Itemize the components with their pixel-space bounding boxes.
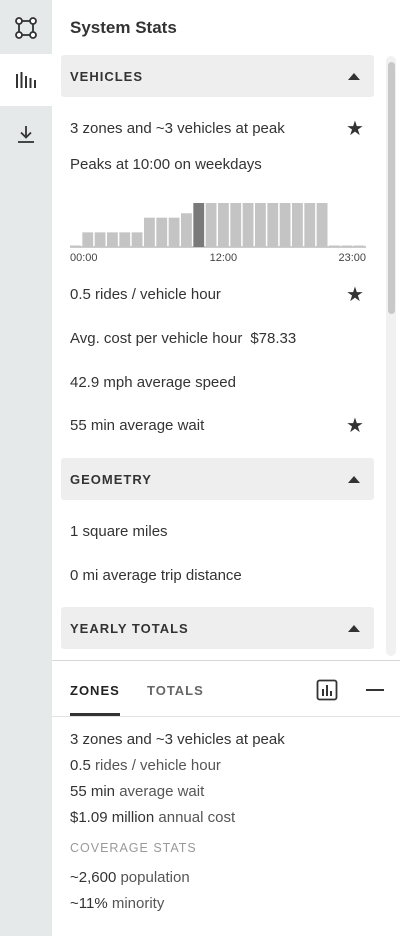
chart-bar-02:00[interactable] [94, 232, 106, 247]
chart-bar-12:00[interactable] [218, 203, 229, 247]
chart-bar-21:00[interactable] [329, 245, 340, 248]
stat-peak-time: Peaks at 10:00 on weekdays [70, 156, 262, 173]
chart-bar-04:00[interactable] [119, 232, 131, 247]
chart-bar-16:00[interactable] [267, 203, 279, 247]
chart-bar-22:00[interactable] [341, 245, 353, 248]
summary-value: ~2,600 [70, 869, 117, 886]
stat-area: 1 square miles [70, 523, 168, 540]
chart-tick-label: 12:00 [210, 252, 238, 264]
rail-stats-button[interactable] [0, 54, 52, 106]
summary-unit: rides / vehicle hour [95, 757, 221, 774]
chart-bar-20:00[interactable] [316, 203, 328, 247]
chart-bar-10:00[interactable] [193, 203, 205, 247]
chart-bar-14:00[interactable] [242, 203, 254, 247]
summary-value: ~11% [70, 895, 108, 912]
summary-wait: 55 min average wait [70, 783, 204, 800]
chart-bar-17:00[interactable] [279, 203, 291, 247]
chart-bar-11:00[interactable] [205, 203, 217, 247]
summary-tabbar: ZONES TOTALS [52, 661, 400, 717]
star-icon[interactable]: ★ [346, 285, 364, 305]
summary-unit: minority [111, 895, 165, 912]
chart-bar-07:00[interactable] [156, 217, 168, 247]
collapse-caret-icon [348, 475, 360, 483]
chart-bar-09:00[interactable] [181, 213, 192, 247]
rail-download-button[interactable] [0, 108, 52, 160]
chart-bar-05:00[interactable] [131, 232, 143, 247]
coverage-stats-label: COVERAGE STATS [70, 841, 197, 855]
summary-value: 3 zones and ~3 vehicles at peak [70, 731, 285, 748]
chart-bar-00:00[interactable] [70, 245, 81, 248]
rail-zones-button[interactable] [0, 2, 52, 54]
star-icon[interactable]: ★ [346, 119, 364, 139]
section-label: VEHICLES [70, 68, 144, 84]
chart-bar-01:00[interactable] [82, 232, 94, 247]
cost-label: Avg. cost per vehicle hour [70, 330, 243, 347]
section-label: YEARLY TOTALS [70, 620, 189, 636]
tab-zones[interactable]: ZONES [70, 683, 120, 698]
summary-unit: average wait [119, 783, 205, 800]
stat-avg-cost: Avg. cost per vehicle hour $78.33 [70, 330, 296, 347]
panel-title: System Stats [70, 18, 177, 37]
chart-tick-label: 23:00 [338, 252, 366, 264]
chart-bar-08:00[interactable] [168, 217, 180, 247]
section-label: GEOMETRY [70, 471, 152, 487]
chart-bar-18:00[interactable] [292, 203, 303, 247]
summary-value: 55 min [70, 783, 116, 800]
chart-bar-13:00[interactable] [230, 203, 242, 247]
summary-value: 0.5 [70, 757, 91, 774]
chart-toggle-icon[interactable] [316, 679, 338, 701]
cost-value: $78.33 [250, 330, 297, 347]
chart-bar-15:00[interactable] [255, 203, 266, 247]
panel-scrollbar-thumb[interactable] [388, 62, 395, 314]
hourly-vehicles-chart-svg: 00:00 12:00 23:00 [70, 203, 366, 264]
download-icon [16, 124, 36, 144]
collapse-caret-icon [348, 72, 360, 80]
tab-totals[interactable]: TOTALS [147, 683, 204, 698]
stat-rides-per-hour: 0.5 rides / vehicle hour [70, 286, 221, 303]
collapse-caret-icon [348, 624, 360, 632]
section-header-geometry[interactable]: GEOMETRY [61, 458, 374, 500]
summary-value: $1.09 million [70, 809, 155, 826]
summary-rides: 0.5 rides / vehicle hour [70, 757, 221, 774]
summary-unit: annual cost [158, 809, 236, 826]
zones-square-icon [15, 17, 37, 39]
hourly-vehicles-chart: 00:00 12:00 23:00 [70, 196, 366, 266]
chart-bar-06:00[interactable] [144, 217, 155, 247]
left-rail [0, 0, 52, 936]
summary-minority: ~11% minority [70, 895, 164, 912]
section-header-yearly-totals[interactable]: YEARLY TOTALS [61, 607, 374, 649]
stat-trip-distance: 0 mi average trip distance [70, 567, 242, 584]
chart-bar-03:00[interactable] [107, 232, 118, 247]
summary-drawer: ZONES TOTALS 3 zones and ~3 vehicles at … [52, 660, 400, 936]
chart-bar-23:00[interactable] [353, 245, 365, 248]
chart-tick-label: 00:00 [70, 252, 98, 264]
stat-avg-wait: 55 min average wait [70, 417, 205, 434]
stats-bars-icon [15, 70, 37, 90]
stat-avg-speed: 42.9 mph average speed [70, 374, 236, 391]
minimize-icon[interactable] [366, 689, 384, 691]
star-icon[interactable]: ★ [346, 416, 364, 436]
summary-unit: population [120, 869, 190, 886]
section-header-vehicles[interactable]: VEHICLES [61, 55, 374, 97]
chart-bar-19:00[interactable] [304, 203, 316, 247]
summary-population: ~2,600 population [70, 869, 190, 886]
active-tab-indicator [70, 713, 120, 716]
stat-zones-vehicles: 3 zones and ~3 vehicles at peak [70, 120, 285, 137]
summary-annual-cost: $1.09 million annual cost [70, 809, 235, 826]
summary-zones-vehicles: 3 zones and ~3 vehicles at peak [70, 731, 285, 748]
